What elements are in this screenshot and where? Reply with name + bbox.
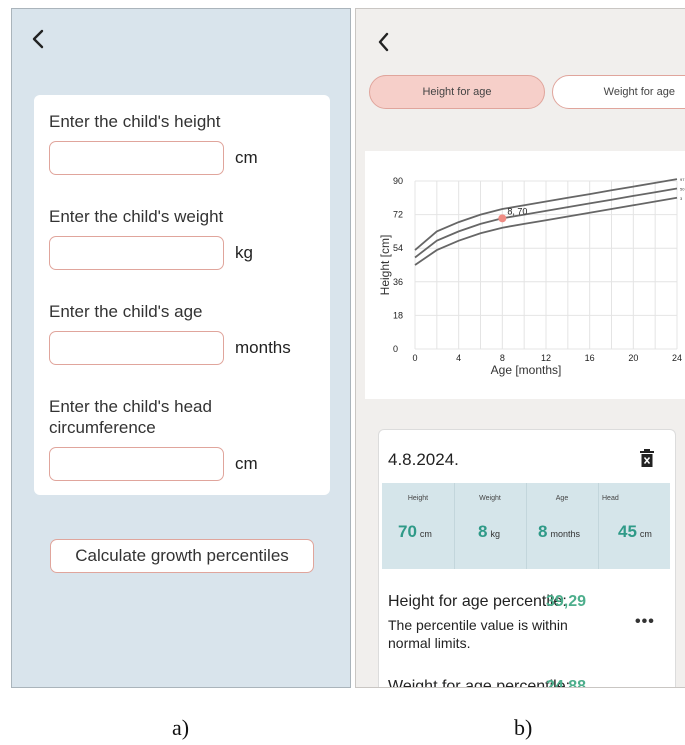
height-percentile-value: 39,29 bbox=[546, 593, 587, 610]
stat-height: Height 70 cm bbox=[382, 483, 454, 569]
more-horizontal-icon[interactable]: ••• bbox=[635, 613, 655, 631]
stat-age: Age 8 months bbox=[526, 483, 598, 569]
y-tick-label: 36 bbox=[393, 277, 403, 287]
head-unit: cm bbox=[235, 454, 258, 473]
height-for-age-chart: 0 18 36 54 72 90 0 4 8 12 16 20 24 Age [months] Height… bbox=[378, 176, 685, 377]
caption-b: b) bbox=[514, 715, 533, 740]
age-label: Enter the child's age bbox=[49, 302, 203, 321]
panel-b-results-screen: Height for age Weight for age 0 18 36 54 72 9… bbox=[355, 8, 685, 688]
y-tick-label: 0 bbox=[393, 344, 398, 354]
percentile-line-label: 3 bbox=[680, 196, 683, 201]
x-tick-label: 24 bbox=[672, 353, 682, 363]
head-circumference-input[interactable] bbox=[49, 447, 224, 481]
x-tick-label: 20 bbox=[628, 353, 638, 363]
result-card: 4.8.2024. Height 70 cm Weight 8 kg Age 8 mo… bbox=[378, 429, 676, 688]
x-tick-label: 0 bbox=[412, 353, 417, 363]
height-percentile-label: Height for age percentile: bbox=[388, 593, 567, 610]
stat-label: Weight bbox=[479, 495, 501, 502]
stat-value: 45 cm bbox=[618, 522, 652, 541]
y-axis-label: Height [cm] bbox=[378, 235, 392, 296]
trash-icon[interactable] bbox=[640, 449, 654, 467]
panel-a-form-screen: Enter the child's height cm Enter the ch… bbox=[11, 8, 351, 688]
stat-label: Head bbox=[602, 495, 619, 502]
x-tick-label: 12 bbox=[541, 353, 551, 363]
result-date: 4.8.2024. bbox=[388, 450, 459, 469]
back-arrow-icon[interactable] bbox=[374, 29, 396, 55]
height-input[interactable] bbox=[49, 141, 224, 175]
y-tick-label: 72 bbox=[393, 210, 403, 220]
stat-value: 70 cm bbox=[398, 522, 432, 541]
weight-percentile-value: 24,88 bbox=[546, 678, 587, 688]
y-tick-label: 90 bbox=[393, 176, 403, 186]
stat-weight: Weight 8 kg bbox=[454, 483, 526, 569]
stat-label: Height bbox=[407, 495, 429, 502]
stat-value: 8 kg bbox=[478, 522, 500, 541]
weight-input[interactable] bbox=[49, 236, 224, 270]
x-tick-label: 8 bbox=[500, 353, 505, 363]
stat-value: 8 months bbox=[538, 522, 580, 541]
age-input[interactable] bbox=[49, 331, 224, 365]
age-unit: months bbox=[235, 338, 291, 357]
measurements-band: Height 70 cm Weight 8 kg Age 8 months Head … bbox=[382, 483, 670, 569]
percentile-line-label: 50 bbox=[680, 186, 685, 191]
back-arrow-icon[interactable] bbox=[28, 25, 52, 53]
x-axis-label: Age [months] bbox=[491, 363, 562, 377]
tab-weight-for-age[interactable]: Weight for age bbox=[552, 75, 685, 109]
calculate-percentiles-button[interactable]: Calculate growth percentiles bbox=[50, 539, 314, 573]
weight-percentile-label: Weight for age percentile: bbox=[388, 678, 571, 688]
height-unit: cm bbox=[235, 148, 258, 167]
head-label-line2: circumference bbox=[49, 418, 156, 437]
percentile-line-label: 97 bbox=[680, 177, 685, 182]
caption-a: a) bbox=[172, 715, 190, 740]
height-percentile-note: The percentile value is within normal li… bbox=[388, 617, 568, 651]
stat-label: Age bbox=[555, 495, 569, 502]
input-form-card: Enter the child's height cm Enter the ch… bbox=[34, 95, 330, 495]
tab-height-for-age[interactable]: Height for age bbox=[369, 75, 545, 109]
child-measurement-point bbox=[498, 214, 507, 223]
height-label: Enter the child's height bbox=[49, 112, 221, 131]
child-measurement-label: 8, 70 bbox=[507, 206, 527, 216]
stat-head: Head 45 cm bbox=[598, 483, 670, 569]
head-label-line1: Enter the child's head bbox=[49, 397, 212, 416]
x-tick-label: 16 bbox=[585, 353, 595, 363]
y-tick-label: 18 bbox=[393, 310, 403, 320]
growth-chart-card: 0 18 36 54 72 90 0 4 8 12 16 20 24 Age [months] Height… bbox=[365, 151, 685, 399]
weight-label: Enter the child's weight bbox=[49, 207, 224, 226]
y-tick-label: 54 bbox=[393, 243, 403, 253]
weight-unit: kg bbox=[235, 243, 253, 262]
x-tick-label: 4 bbox=[456, 353, 461, 363]
